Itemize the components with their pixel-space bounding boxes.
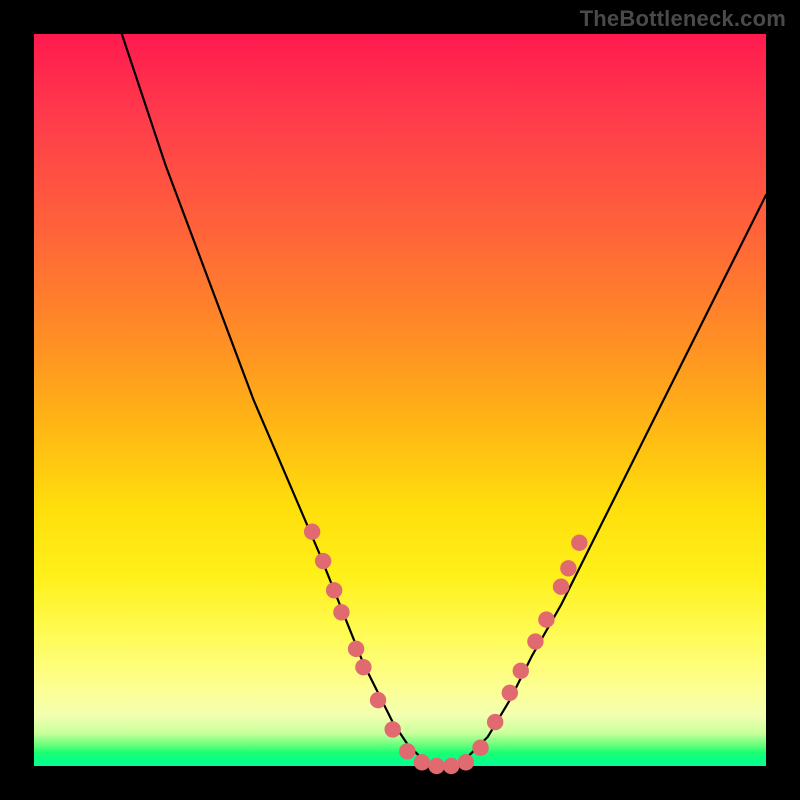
data-marker [326, 582, 342, 598]
data-marker [355, 659, 371, 675]
data-marker [315, 553, 331, 569]
data-marker [571, 535, 587, 551]
data-marker [333, 604, 349, 620]
data-marker [458, 754, 474, 770]
data-marker [538, 611, 554, 627]
data-marker [384, 721, 400, 737]
plot-area [34, 34, 766, 766]
data-marker [443, 758, 459, 774]
data-marker [399, 743, 415, 759]
marker-group [304, 524, 588, 775]
data-marker [472, 740, 488, 756]
data-marker [348, 641, 364, 657]
data-marker [487, 714, 503, 730]
data-marker [414, 754, 430, 770]
data-marker [560, 560, 576, 576]
data-marker [370, 692, 386, 708]
data-marker [304, 524, 320, 540]
data-marker [428, 758, 444, 774]
data-marker [553, 578, 569, 594]
data-marker [513, 663, 529, 679]
chart-frame: TheBottleneck.com [0, 0, 800, 800]
data-marker [527, 633, 543, 649]
data-marker [502, 685, 518, 701]
watermark-text: TheBottleneck.com [580, 6, 786, 32]
chart-svg [34, 34, 766, 766]
bottleneck-curve [122, 34, 766, 766]
